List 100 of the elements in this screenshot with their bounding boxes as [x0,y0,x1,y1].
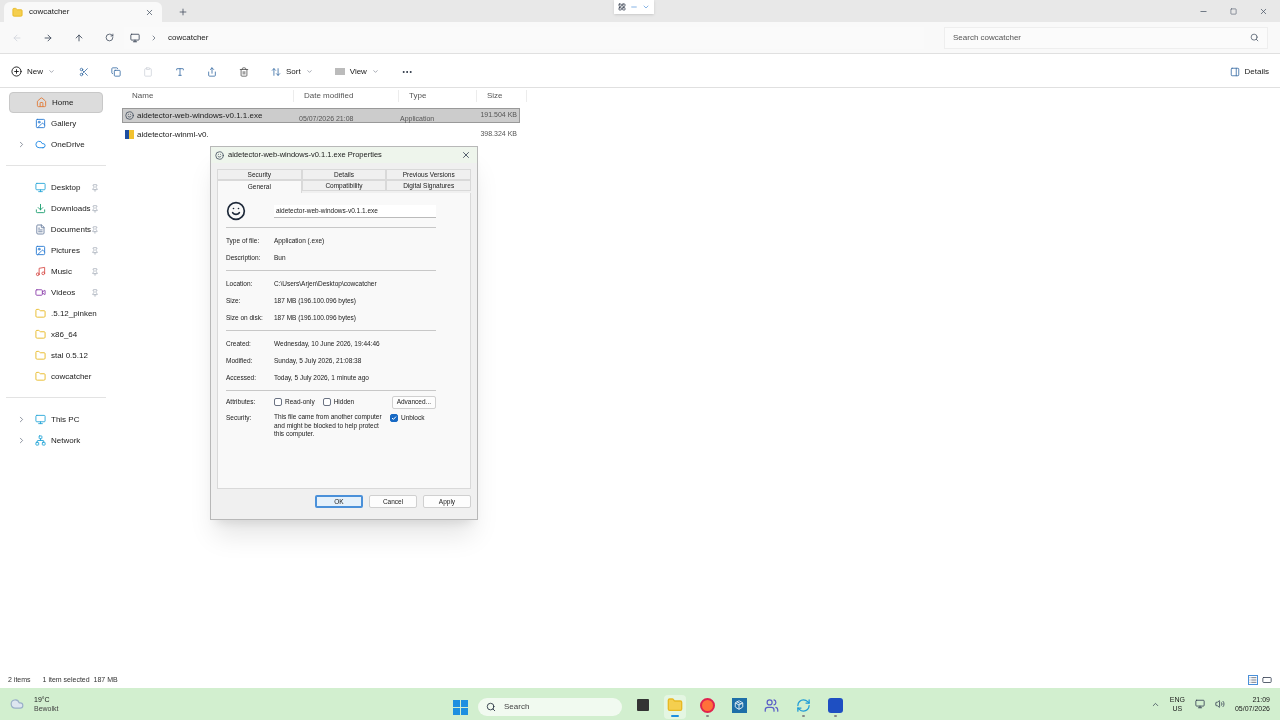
sidebar-item[interactable]: Network [9,430,103,451]
delete-icon[interactable] [239,66,249,77]
installer-icon [125,130,134,139]
sidebar-label: x86_64 [51,328,79,341]
sidebar-label: Music [51,265,73,278]
monitor-icon [130,32,140,43]
search-field[interactable]: Search cowcatcher [953,31,1250,44]
expand-chevron-icon[interactable] [17,436,26,445]
expand-chevron-icon[interactable] [17,140,26,149]
app-icon [125,111,134,120]
search-icon [486,702,496,712]
start-icon[interactable] [453,699,468,715]
pin-icon [91,267,99,276]
folder-icon [35,329,46,340]
sidebar-item[interactable]: Pictures [9,240,103,261]
checkbox[interactable] [274,398,282,406]
sidebar-item[interactable]: Documents [9,219,103,240]
panel-icon [1229,66,1240,77]
copy-icon[interactable] [111,66,121,77]
sidebar-item[interactable]: This PC [9,409,103,430]
sidebar-label: Documents [50,223,92,236]
sidebar-item[interactable]: Music [9,261,103,282]
new-tab-icon[interactable] [178,7,188,17]
taskbar-search-field[interactable]: Search [504,701,604,713]
column-header[interactable]: Date modified [294,90,399,102]
app-icon [226,201,246,221]
sidebar-item[interactable]: stal 0.5.12 [9,345,103,366]
monitor-icon [35,182,46,193]
tab-title: cowcatcher [29,6,71,18]
sidebar-label: Home [52,96,75,109]
people-icon[interactable] [763,697,779,713]
home-icon [36,97,47,108]
download-icon [35,203,46,214]
sidebar-item[interactable]: Home [9,92,103,113]
breadcrumb[interactable]: cowcatcher [168,31,209,44]
search-box[interactable]: Search cowcatcher [944,26,1268,49]
new-button[interactable]: New [11,65,55,78]
rename-icon[interactable] [175,66,185,77]
sidebar-item[interactable]: .5.12_pinken [9,303,103,324]
file-name: aidetector-winml-v0. [137,128,209,141]
sort-button[interactable]: Sort [271,65,313,78]
remote-app-icon[interactable] [827,697,843,713]
sidebar-item[interactable]: Downloads [9,198,103,219]
folder-icon [12,6,23,18]
browser-icon[interactable] [699,697,715,713]
column-header[interactable]: Type [399,90,477,102]
snap-layout-widget[interactable] [614,0,654,14]
folder-icon [35,350,46,361]
column-header[interactable]: Size [477,90,527,102]
close-tab-icon[interactable] [145,7,154,17]
taskbar-search-box[interactable]: Search [478,698,622,716]
expand-chevron-icon[interactable] [17,415,26,424]
checkbox[interactable] [390,414,398,422]
share-icon[interactable] [207,66,217,77]
restore-icon[interactable] [1230,7,1237,15]
sidebar-item[interactable]: OneDrive [9,134,103,155]
refresh-icon[interactable] [105,33,114,42]
document-icon [34,224,46,235]
caret-icon [305,68,313,75]
chevron-right-icon [150,33,158,42]
sidebar-label: stal 0.5.12 [51,349,89,362]
view-icon [334,68,345,75]
sidebar-item[interactable]: cowcatcher [9,366,103,387]
forward-icon[interactable] [43,32,53,43]
pin-icon [91,288,99,297]
pin-icon [91,225,99,234]
sidebar-label: OneDrive [51,138,86,151]
computer-icon [35,414,46,425]
up-icon[interactable] [74,32,84,43]
grid-icon [618,3,626,11]
sidebar-label: Videos [51,286,77,299]
sidebar-item[interactable]: Gallery [9,113,103,134]
column-header[interactable]: Name [122,90,294,102]
file-name: aidetector-web-windows-v0.1.1.exe [137,109,263,122]
sidebar-item[interactable]: Videos [9,282,103,303]
tiles-view-icon[interactable] [1262,675,1272,685]
bull-app-icon[interactable] [731,697,747,713]
sidebar-label: Network [51,434,82,447]
sidebar-item[interactable]: x86_64 [9,324,103,345]
caret-icon [48,68,55,75]
volume-icon[interactable] [1214,699,1225,709]
close-icon[interactable] [1259,6,1268,16]
sidebar-label: cowcatcher [51,370,93,383]
view-button[interactable]: View [334,65,379,78]
search-icon[interactable] [1250,33,1259,42]
sort-arrows-icon [271,66,281,77]
details-button[interactable]: Details [1229,65,1269,78]
network-status-icon[interactable] [1194,699,1205,709]
close-icon[interactable] [461,150,471,160]
network-icon [35,435,46,446]
caret-icon [371,68,379,75]
cloud-icon [35,139,46,150]
cut-icon[interactable] [79,66,89,77]
pin-icon [91,246,99,255]
checkbox[interactable] [322,398,331,406]
window-tab[interactable]: cowcatcher [4,2,162,22]
sidebar-item[interactable]: Desktop [9,177,103,198]
details-view-icon[interactable] [1248,675,1258,685]
sync-icon[interactable] [795,697,811,713]
sidebar-label: Downloads [51,202,91,215]
